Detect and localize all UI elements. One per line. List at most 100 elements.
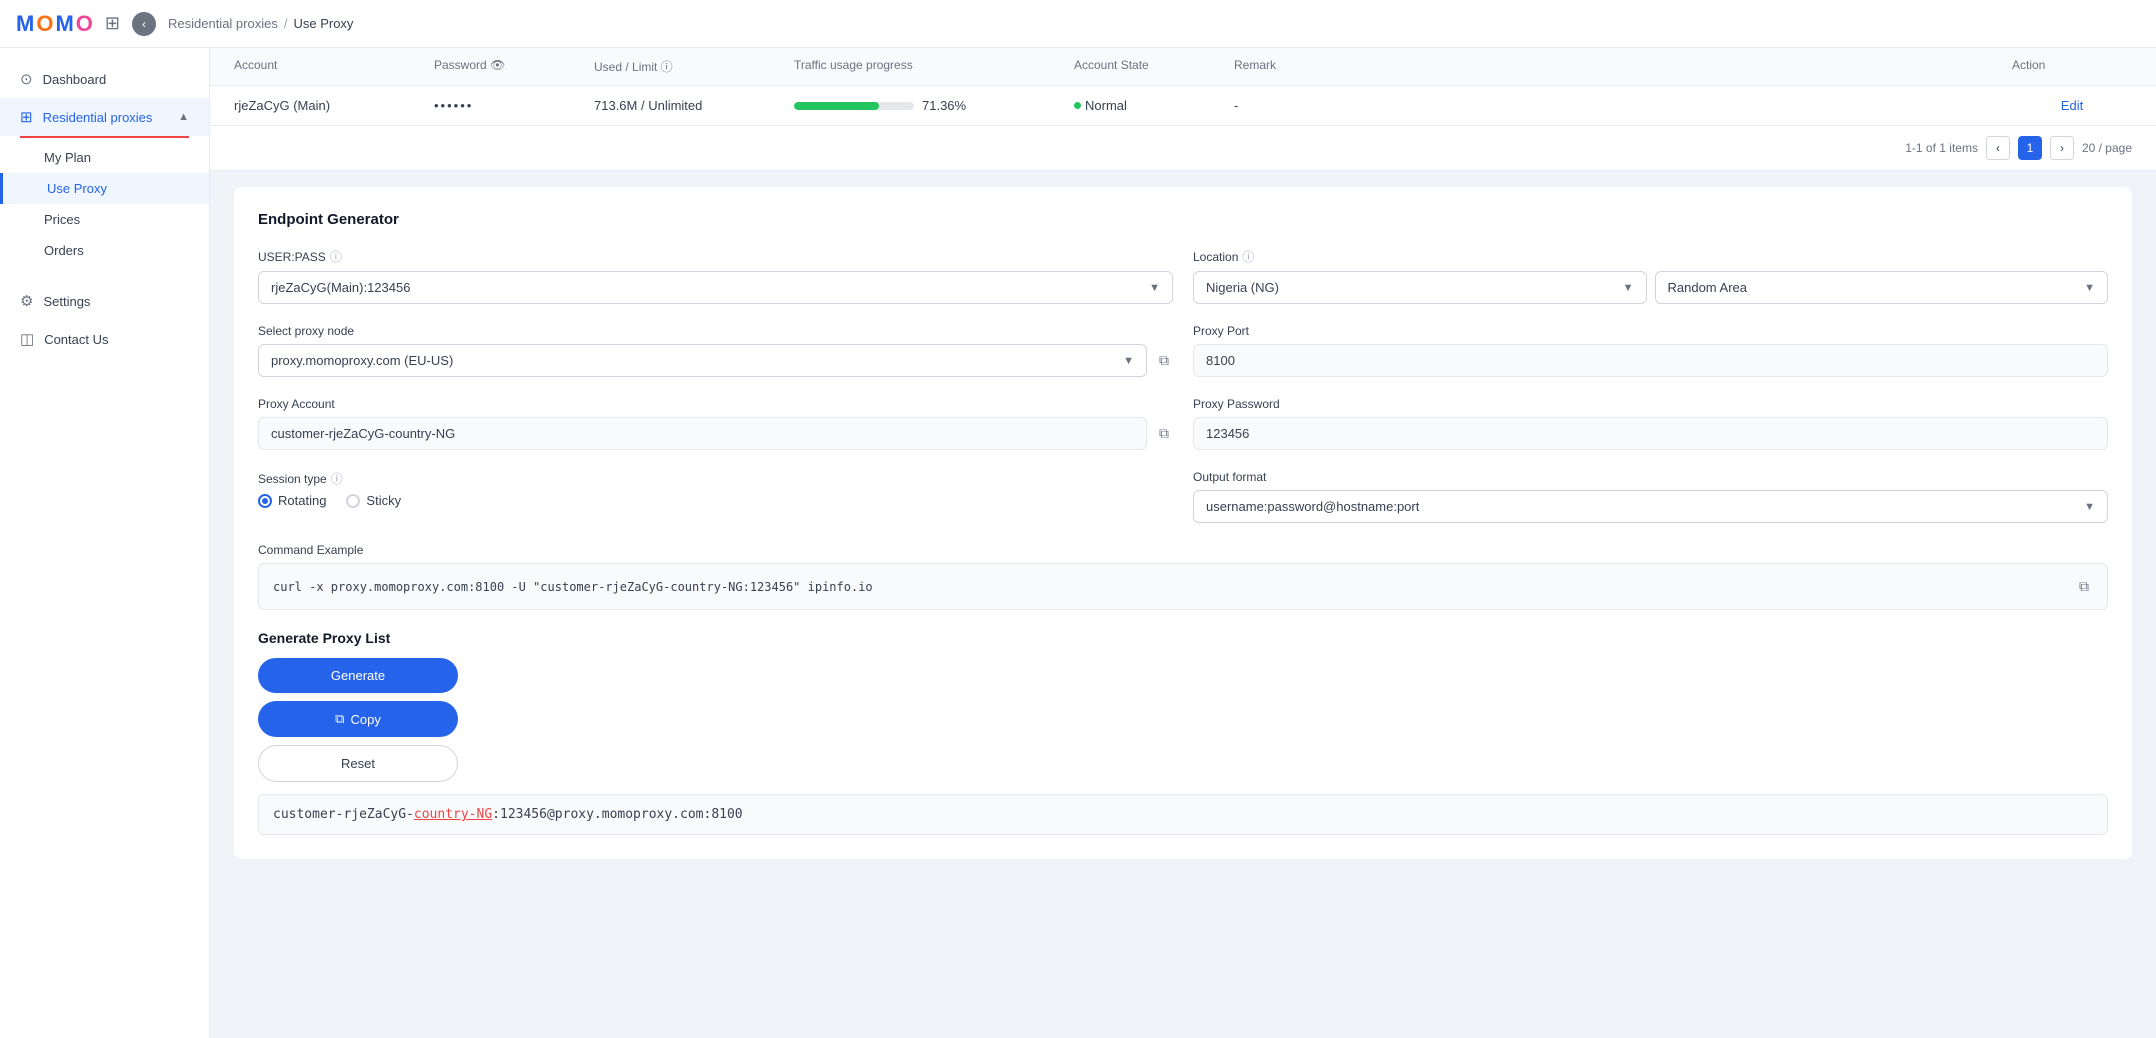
output-format-label: Output format [1193, 470, 2108, 484]
contact-icon: ◫ [20, 330, 34, 348]
underline-part: country-NG [414, 807, 492, 822]
sidebar-orders-label: Orders [44, 243, 84, 258]
copy-icon: ⧉ [335, 711, 344, 727]
proxy-account-value: customer-rjeZaCyG-country-NG [258, 417, 1147, 450]
breadcrumb-parent[interactable]: Residential proxies [168, 16, 278, 31]
user-pass-help-icon[interactable]: ⓘ [330, 248, 342, 265]
col-traffic: Traffic usage progress [794, 58, 1074, 75]
sidebar-item-dashboard[interactable]: ⊙ Dashboard [0, 60, 209, 98]
proxy-password-input: 123456 [1193, 417, 2108, 450]
col-password: Password 👁 [434, 58, 594, 75]
user-pass-label: USER:PASS ⓘ [258, 248, 1173, 265]
breadcrumb-sep: / [284, 16, 288, 31]
sidebar-item-residential[interactable]: ⊞ Residential proxies ▲ [0, 98, 209, 136]
proxy-output: customer-rjeZaCyG-country-NG:123456@prox… [258, 794, 2108, 835]
command-section: Command Example curl -x proxy.momoproxy.… [258, 543, 2108, 610]
cell-state: Normal [1074, 98, 1234, 113]
prev-page-button[interactable]: ‹ [1986, 136, 2010, 160]
page-1-button[interactable]: 1 [2018, 136, 2042, 160]
settings-icon: ⚙ [20, 292, 33, 310]
chevron-up-icon: ▲ [178, 111, 189, 123]
sidebar-settings-label: Settings [43, 294, 90, 309]
sidebar-useproxy-label: Use Proxy [47, 181, 107, 196]
proxy-node-select[interactable]: proxy.momoproxy.com (EU-US) ▼ [258, 344, 1147, 377]
location-row: Nigeria (NG) ▼ Random Area ▼ [1193, 271, 2108, 304]
proxy-output-text: customer-rjeZaCyG-country-NG:123456@prox… [273, 807, 743, 822]
back-button[interactable]: ‹ [132, 12, 156, 36]
output-format-chevron: ▼ [2084, 501, 2095, 513]
sidebar-sub-useproxy[interactable]: Use Proxy [0, 173, 209, 204]
session-help-icon[interactable]: ⓘ [331, 470, 343, 487]
cell-password: •••••• [434, 98, 594, 113]
per-page-selector[interactable]: 20 / page [2082, 141, 2132, 155]
proxy-password-label: Proxy Password [1193, 397, 2108, 411]
location-help-icon[interactable]: ⓘ [1242, 248, 1254, 265]
rotating-radio[interactable] [258, 494, 272, 508]
proxy-node-group: Select proxy node proxy.momoproxy.com (E… [258, 324, 1173, 377]
area-select[interactable]: Random Area ▼ [1655, 271, 2109, 304]
command-copy-button[interactable]: ⧉ [2075, 574, 2093, 599]
generate-title: Generate Proxy List [258, 630, 2108, 646]
session-type-label: Session type ⓘ [258, 470, 1173, 487]
location-label: Location ⓘ [1193, 248, 2108, 265]
table-row: rjeZaCyG (Main) •••••• 713.6M / Unlimite… [210, 86, 2156, 126]
breadcrumb: Residential proxies / Use Proxy [168, 16, 353, 31]
command-box: curl -x proxy.momoproxy.com:8100 -U "cus… [258, 563, 2108, 610]
proxy-node-copy-button[interactable]: ⧉ [1155, 348, 1173, 373]
dashboard-icon: ⊙ [20, 70, 33, 88]
logo: MOMO [16, 11, 93, 37]
proxy-port-group: Proxy Port 8100 [1193, 324, 2108, 377]
rotating-option[interactable]: Rotating [258, 493, 326, 508]
sticky-option[interactable]: Sticky [346, 493, 401, 508]
sidebar-sub-prices[interactable]: Prices [0, 204, 209, 235]
user-pass-chevron: ▼ [1149, 282, 1160, 294]
col-account: Account [234, 58, 434, 75]
output-format-select[interactable]: username:password@hostname:port ▼ [1193, 490, 2108, 523]
sidebar: ⊙ Dashboard ⊞ Residential proxies ▲ My P… [0, 48, 210, 1038]
generate-button[interactable]: Generate [258, 658, 458, 693]
sidebar-item-settings[interactable]: ⚙ Settings [0, 282, 209, 320]
proxy-account-copy-button[interactable]: ⧉ [1155, 421, 1173, 446]
endpoint-title: Endpoint Generator [258, 211, 2108, 228]
output-format-group: Output format username:password@hostname… [1193, 470, 2108, 523]
sidebar-prices-label: Prices [44, 212, 80, 227]
pagination-info: 1-1 of 1 items [1905, 141, 1978, 155]
progress-bg [794, 102, 914, 110]
reset-button[interactable]: Reset [258, 745, 458, 782]
progress-fill [794, 102, 879, 110]
proxy-node-row: proxy.momoproxy.com (EU-US) ▼ ⧉ [258, 344, 1173, 377]
proxy-password-group: Proxy Password 123456 [1193, 397, 2108, 450]
sidebar-sub-myplan[interactable]: My Plan [0, 142, 209, 173]
col-remark: Remark [1234, 58, 2012, 75]
main-content: Account Password 👁 Used / Limit ⓘ Traffi… [210, 48, 2156, 1038]
accounts-table: Account Password 👁 Used / Limit ⓘ Traffi… [210, 48, 2156, 171]
grid-icon[interactable]: ⊞ [105, 13, 120, 34]
cell-progress: 71.36% [794, 98, 1074, 113]
proxy-port-label: Proxy Port [1193, 324, 2108, 338]
proxy-port-input[interactable]: 8100 [1193, 344, 2108, 377]
proxy-node-label: Select proxy node [258, 324, 1173, 338]
sidebar-item-contact[interactable]: ◫ Contact Us [0, 320, 209, 358]
copy-button[interactable]: ⧉ Copy [258, 701, 458, 737]
sticky-radio[interactable] [346, 494, 360, 508]
col-state: Account State [1074, 58, 1234, 75]
proxy-account-row: customer-rjeZaCyG-country-NG ⧉ [258, 417, 1173, 450]
session-type-group: Session type ⓘ Rotating Sticky [258, 470, 1173, 523]
proxy-account-label: Proxy Account [258, 397, 1173, 411]
residential-icon: ⊞ [20, 108, 33, 126]
state-text: Normal [1085, 98, 1127, 113]
state-dot [1074, 102, 1081, 109]
sidebar-sub-orders[interactable]: Orders [0, 235, 209, 266]
next-page-button[interactable]: › [2050, 136, 2074, 160]
user-pass-select[interactable]: rjeZaCyG(Main):123456 ▼ [258, 271, 1173, 304]
country-select[interactable]: Nigeria (NG) ▼ [1193, 271, 1647, 304]
sidebar-dashboard-label: Dashboard [43, 72, 107, 87]
area-chevron: ▼ [2084, 282, 2095, 294]
session-row: Rotating Sticky [258, 493, 1173, 508]
command-label: Command Example [258, 543, 2108, 557]
pagination: 1-1 of 1 items ‹ 1 › 20 / page [210, 126, 2156, 171]
proxy-account-group: Proxy Account customer-rjeZaCyG-country-… [258, 397, 1173, 450]
edit-button[interactable]: Edit [2012, 98, 2132, 113]
generate-section: Generate Proxy List Generate ⧉ Copy Rese… [258, 630, 2108, 835]
proxy-node-chevron: ▼ [1123, 355, 1134, 367]
